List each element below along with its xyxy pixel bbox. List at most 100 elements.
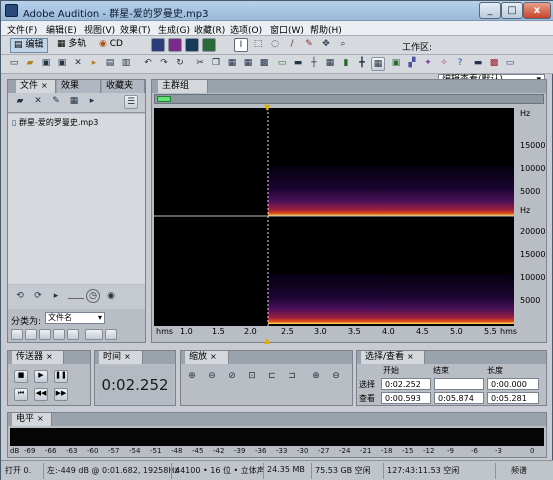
close-file-icon[interactable]: ✕ (71, 57, 85, 71)
new-file-icon[interactable]: ▭ (7, 57, 21, 71)
undo-icon[interactable]: ↶ (141, 57, 155, 71)
forward-button[interactable]: ▶▶ (54, 388, 68, 401)
volume-icon[interactable]: ◉ (104, 290, 118, 304)
snap-icon[interactable]: ┼ (307, 57, 321, 71)
help-icon[interactable]: ? (453, 57, 467, 71)
full-paths-icon[interactable] (85, 329, 103, 340)
print-icon[interactable]: ▥ (119, 57, 133, 71)
pan-view-icon[interactable] (185, 38, 199, 52)
multitrack-mode-button[interactable]: ▦ 多轨 (54, 38, 92, 53)
hiss-reduction-icon[interactable]: ✦ (421, 57, 435, 71)
tab-zoom[interactable]: 缩放 × (185, 351, 229, 364)
filter-session-icon[interactable] (67, 329, 79, 340)
effect-icon[interactable]: ✧ (437, 57, 451, 71)
go-start-button[interactable]: ⏮ (14, 388, 28, 401)
move-tool-icon[interactable]: ✥ (319, 38, 333, 52)
redo-icon[interactable]: ↷ (157, 57, 171, 71)
zoom-in-vertical-icon[interactable]: ⊕ (309, 370, 323, 384)
save-icon[interactable]: ▣ (39, 57, 53, 71)
snap-grid-icon[interactable]: ▦ (371, 57, 385, 71)
folder-icon[interactable] (105, 329, 117, 340)
menu-file[interactable]: 文件(F) (7, 23, 37, 36)
frequency-analysis-icon[interactable]: ▞ (405, 57, 419, 71)
zoom-out-vertical-icon[interactable]: ⊖ (329, 370, 343, 384)
playhead-top-marker-icon[interactable]: ▼ (264, 103, 270, 112)
close-icon[interactable]: × (37, 414, 44, 423)
tool-extra-icon-2[interactable]: ▩ (487, 57, 501, 71)
tab-selection-view[interactable]: 选择/查看 × (361, 351, 425, 364)
stop-button[interactable]: ■ (14, 370, 28, 383)
close-button[interactable]: x (523, 2, 551, 19)
tab-effects[interactable]: 效果 (57, 80, 101, 93)
minimize-button[interactable]: _ (479, 2, 501, 19)
zoom-in-horizontal-icon[interactable]: ⊕ (185, 370, 199, 384)
close-icon[interactable]: × (210, 352, 217, 361)
batch-icon[interactable]: ▤ (103, 57, 117, 71)
cd-track-icon[interactable]: ▣ (389, 57, 403, 71)
filter-midi-icon[interactable] (53, 329, 65, 340)
tool-extra-icon-3[interactable]: ▭ (503, 57, 517, 71)
close-icon[interactable]: × (124, 352, 131, 361)
insert-multitrack-icon[interactable]: ▦ (67, 95, 81, 109)
time-selection-tool-icon[interactable]: I (234, 38, 248, 52)
play-preview-icon[interactable]: ▸ (85, 95, 99, 109)
close-file-icon[interactable]: ✕ (31, 95, 45, 109)
marker-icon[interactable]: ▮ (339, 57, 353, 71)
sort-select[interactable]: 文件名 ▾ (45, 312, 105, 324)
scrub-tool-icon[interactable]: ⌕ (336, 38, 350, 52)
grid-icon[interactable]: ▦ (323, 57, 337, 71)
menu-effects[interactable]: 效果(T) (120, 23, 151, 36)
overview-thumb[interactable] (157, 96, 171, 102)
play-icon[interactable]: ▸ (49, 290, 63, 304)
options-icon[interactable]: ☰ (124, 95, 138, 109)
lasso-tool-icon[interactable]: ◌ (268, 38, 282, 52)
zero-cross-icon[interactable]: ╋ (355, 57, 369, 71)
zoom-left-edge-icon[interactable]: ⊏ (265, 370, 279, 384)
zoom-right-edge-icon[interactable]: ⊐ (285, 370, 299, 384)
menu-window[interactable]: 窗口(W) (270, 23, 304, 36)
menu-favorites[interactable]: 收藏(R) (194, 23, 225, 36)
spot-heal-tool-icon[interactable]: ✎ (302, 38, 316, 52)
close-icon[interactable]: × (46, 352, 53, 361)
rewind-button[interactable]: ◀◀ (34, 388, 48, 401)
volume-slider[interactable] (68, 298, 84, 299)
loop-icon[interactable]: ⟳ (31, 290, 45, 304)
trim-icon[interactable]: ▭ (275, 57, 289, 71)
close-icon[interactable]: × (407, 352, 414, 361)
maximize-button[interactable]: □ (501, 2, 523, 19)
play-button[interactable]: ▶ (34, 370, 48, 383)
zoom-out-full-icon[interactable]: ⊘ (225, 370, 239, 384)
phase-view-icon[interactable] (202, 38, 216, 52)
zoom-out-horizontal-icon[interactable]: ⊖ (205, 370, 219, 384)
tab-files[interactable]: 文件 × (16, 80, 56, 93)
tab-time[interactable]: 时间 × (99, 351, 143, 364)
brush-tool-icon[interactable]: / (285, 38, 299, 52)
tab-main-group[interactable]: 主群组 (158, 80, 208, 93)
spectrogram-display[interactable] (154, 108, 514, 326)
menu-help[interactable]: 帮助(H) (310, 23, 342, 36)
overview-bar[interactable] (154, 94, 544, 104)
copy-icon[interactable]: ❐ (209, 57, 223, 71)
selection-length-field[interactable] (487, 378, 539, 390)
zoom-selection-icon[interactable]: ⊡ (245, 370, 259, 384)
menu-generate[interactable]: 生成(G) (158, 23, 190, 36)
scissors-icon[interactable]: ✂ (193, 57, 207, 71)
autoplay-icon[interactable]: ⟲ (13, 290, 27, 304)
paste-new-icon[interactable]: ▦ (241, 57, 255, 71)
tab-favorites[interactable]: 收藏夹 (102, 80, 145, 93)
menu-options[interactable]: 选项(O) (230, 23, 262, 36)
edit-file-icon[interactable]: ✎ (49, 95, 63, 109)
tab-level[interactable]: 电平 × (12, 413, 52, 426)
cd-mode-button[interactable]: ◉ CD (96, 38, 126, 53)
silence-icon[interactable]: ▬ (291, 57, 305, 71)
close-icon[interactable]: × (41, 81, 48, 90)
mix-paste-icon[interactable]: ▩ (257, 57, 271, 71)
spectral-view-icon[interactable] (168, 38, 182, 52)
pause-button[interactable]: ❚❚ (54, 370, 68, 383)
import-file-icon[interactable]: ▰ (13, 95, 27, 109)
menu-edit[interactable]: 编辑(E) (46, 23, 77, 36)
playhead-bottom-marker-icon[interactable]: ▲ (264, 336, 270, 345)
waveform-view-icon[interactable] (151, 38, 165, 52)
menu-view[interactable]: 视图(V) (84, 23, 115, 36)
view-end-field[interactable] (434, 392, 484, 404)
